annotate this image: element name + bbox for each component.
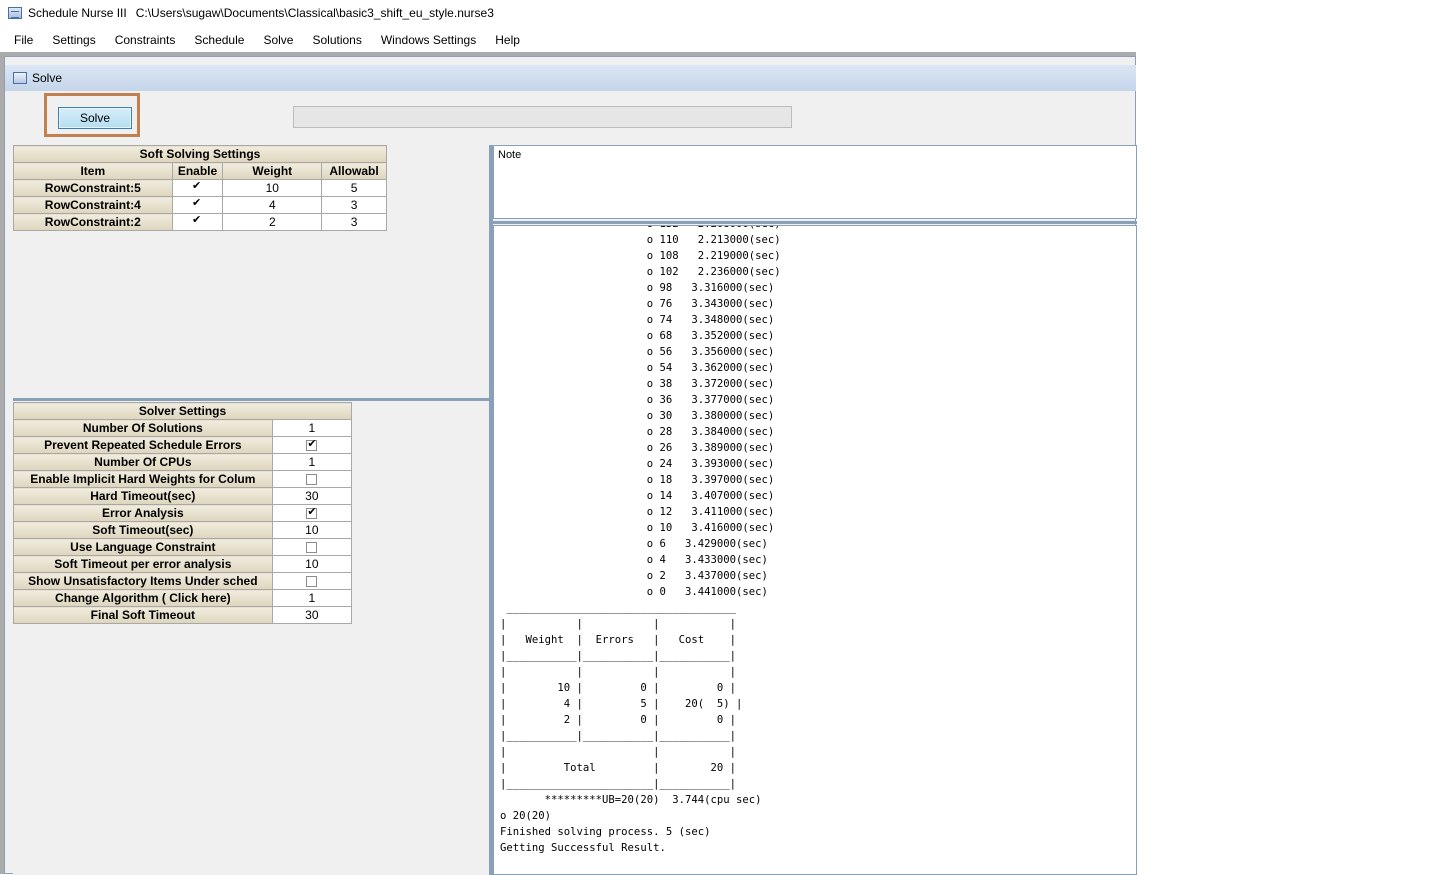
setting-checkbox[interactable] bbox=[306, 541, 318, 553]
soft-item-label: RowConstraint:4 bbox=[13, 196, 173, 214]
enable-checkbox[interactable] bbox=[192, 180, 203, 194]
note-field[interactable]: Note bbox=[493, 145, 1137, 219]
soft-weight-cell[interactable]: 10 bbox=[222, 179, 323, 197]
solver-setting-label: Number Of Solutions bbox=[13, 419, 273, 437]
progress-bar bbox=[293, 106, 792, 128]
solver-setting-value[interactable]: 10 bbox=[271, 521, 353, 539]
solver-setting-row: Hard Timeout(sec) 30 bbox=[13, 487, 353, 505]
solver-setting-row: Change Algorithm ( Click here) 1 bbox=[13, 589, 353, 607]
soft-settings-pane: Soft Solving Settings Item Enable Weight… bbox=[13, 145, 491, 397]
solver-setting-row: Soft Timeout(sec) 10 bbox=[13, 521, 353, 539]
menu-solve[interactable]: Solve bbox=[263, 33, 293, 47]
solver-setting-label: Soft Timeout per error analysis bbox=[13, 555, 273, 573]
soft-weight-cell[interactable]: 4 bbox=[222, 196, 323, 214]
solver-setting-check-cell[interactable] bbox=[271, 572, 353, 590]
solver-setting-label: Show Unsatisfactory Items Under sched bbox=[13, 572, 273, 590]
solver-setting-label: Soft Timeout(sec) bbox=[13, 521, 273, 539]
solver-setting-label: Error Analysis bbox=[13, 504, 273, 522]
solver-setting-label: Hard Timeout(sec) bbox=[13, 487, 273, 505]
solver-setting-label: Prevent Repeated Schedule Errors bbox=[13, 436, 273, 454]
solver-setting-value[interactable]: 1 bbox=[271, 589, 353, 607]
solver-setting-label: Enable Implicit Hard Weights for Colum bbox=[13, 470, 273, 488]
soft-enable-cell[interactable] bbox=[171, 196, 224, 214]
soft-enable-cell[interactable] bbox=[171, 179, 224, 197]
solver-setting-check-cell[interactable] bbox=[271, 538, 353, 556]
solver-setting-row: Use Language Constraint bbox=[13, 538, 353, 556]
solver-setting-row: Enable Implicit Hard Weights for Colum bbox=[13, 470, 353, 488]
col-enable-header: Enable bbox=[171, 162, 224, 180]
solver-log[interactable]: o 132 2.208000(sec) o 110 2.213000(sec) … bbox=[493, 225, 1137, 875]
soft-settings-caption: Soft Solving Settings bbox=[13, 145, 387, 163]
mdi-area: Solve Solve Soft Solving Settings Item E… bbox=[0, 52, 1137, 875]
menu-bar: File Settings Constraints Schedule Solve… bbox=[0, 28, 1434, 52]
menu-windows-settings[interactable]: Windows Settings bbox=[381, 33, 476, 47]
solver-setting-label: Final Soft Timeout bbox=[13, 606, 273, 624]
menu-settings[interactable]: Settings bbox=[52, 33, 95, 47]
solver-setting-value[interactable]: 1 bbox=[271, 453, 353, 471]
solver-setting-value[interactable]: 1 bbox=[271, 419, 353, 437]
solver-setting-row: Prevent Repeated Schedule Errors bbox=[13, 436, 353, 454]
solver-setting-row: Soft Timeout per error analysis 10 bbox=[13, 555, 353, 573]
solver-settings-table: Solver Settings Number Of Solutions 1 Prev… bbox=[13, 402, 353, 624]
soft-enable-cell[interactable] bbox=[171, 213, 224, 231]
soft-item-label: RowConstraint:2 bbox=[13, 213, 173, 231]
col-allowable-header: Allowabl bbox=[321, 162, 387, 180]
menu-constraints[interactable]: Constraints bbox=[115, 33, 176, 47]
menu-file[interactable]: File bbox=[14, 33, 33, 47]
solver-setting-row: Error Analysis bbox=[13, 504, 353, 522]
solve-window-titlebar[interactable]: Solve bbox=[5, 65, 1136, 91]
solver-setting-label: Number Of CPUs bbox=[13, 453, 273, 471]
solver-setting-check-cell[interactable] bbox=[271, 436, 353, 454]
solver-log-text: o 132 2.208000(sec) o 110 2.213000(sec) … bbox=[500, 226, 781, 854]
solver-setting-label: Change Algorithm ( Click here) bbox=[13, 589, 273, 607]
soft-item-label: RowConstraint:5 bbox=[13, 179, 173, 197]
soft-weight-cell[interactable]: 2 bbox=[222, 213, 323, 231]
solver-setting-row: Final Soft Timeout 30 bbox=[13, 606, 353, 624]
solver-settings-pane: Solver Settings Number Of Solutions 1 Prev… bbox=[13, 402, 491, 875]
title-bar: Schedule Nurse III C:\Users\sugaw\Docume… bbox=[0, 0, 1434, 26]
enable-checkbox[interactable] bbox=[192, 197, 203, 211]
app-title: Schedule Nurse III bbox=[28, 6, 127, 20]
solve-button[interactable]: Solve bbox=[58, 107, 132, 129]
solve-window: Solve Solve Soft Solving Settings Item E… bbox=[4, 56, 1137, 875]
menu-solutions[interactable]: Solutions bbox=[312, 33, 361, 47]
note-splitter[interactable] bbox=[493, 221, 1137, 224]
solver-setting-row: Show Unsatisfactory Items Under sched bbox=[13, 572, 353, 590]
enable-checkbox[interactable] bbox=[192, 214, 203, 228]
menu-schedule[interactable]: Schedule bbox=[194, 33, 244, 47]
soft-setting-row: RowConstraint:5 105 bbox=[13, 179, 387, 197]
solver-setting-row: Number Of Solutions 1 bbox=[13, 419, 353, 437]
setting-checkbox[interactable] bbox=[306, 575, 318, 587]
setting-checkbox[interactable] bbox=[306, 473, 318, 485]
soft-setting-row: RowConstraint:2 23 bbox=[13, 213, 387, 231]
file-path: C:\Users\sugaw\Documents\Classical\basic… bbox=[135, 6, 494, 20]
solver-setting-label: Use Language Constraint bbox=[13, 538, 273, 556]
solver-setting-check-cell[interactable] bbox=[271, 504, 353, 522]
solver-setting-value[interactable]: 10 bbox=[271, 555, 353, 573]
horizontal-splitter[interactable] bbox=[13, 398, 491, 401]
setting-checkbox[interactable] bbox=[306, 438, 318, 451]
app-icon bbox=[8, 7, 22, 19]
soft-allowable-cell[interactable]: 3 bbox=[321, 213, 387, 231]
setting-checkbox[interactable] bbox=[306, 506, 318, 519]
solver-setting-value[interactable]: 30 bbox=[271, 606, 353, 624]
col-item-header: Item bbox=[13, 162, 173, 180]
note-label: Note bbox=[498, 149, 522, 161]
solver-setting-check-cell[interactable] bbox=[271, 470, 353, 488]
soft-allowable-cell[interactable]: 5 bbox=[321, 179, 387, 197]
soft-setting-row: RowConstraint:4 43 bbox=[13, 196, 387, 214]
soft-allowable-cell[interactable]: 3 bbox=[321, 196, 387, 214]
solver-setting-row: Number Of CPUs 1 bbox=[13, 453, 353, 471]
solver-setting-value[interactable]: 30 bbox=[271, 487, 353, 505]
col-weight-header: Weight bbox=[222, 162, 323, 180]
solver-settings-caption: Solver Settings bbox=[13, 402, 352, 420]
solve-window-title: Solve bbox=[32, 71, 63, 85]
window-icon bbox=[13, 72, 27, 84]
menu-help[interactable]: Help bbox=[495, 33, 520, 47]
soft-settings-table: Soft Solving Settings Item Enable Weight… bbox=[13, 145, 387, 231]
